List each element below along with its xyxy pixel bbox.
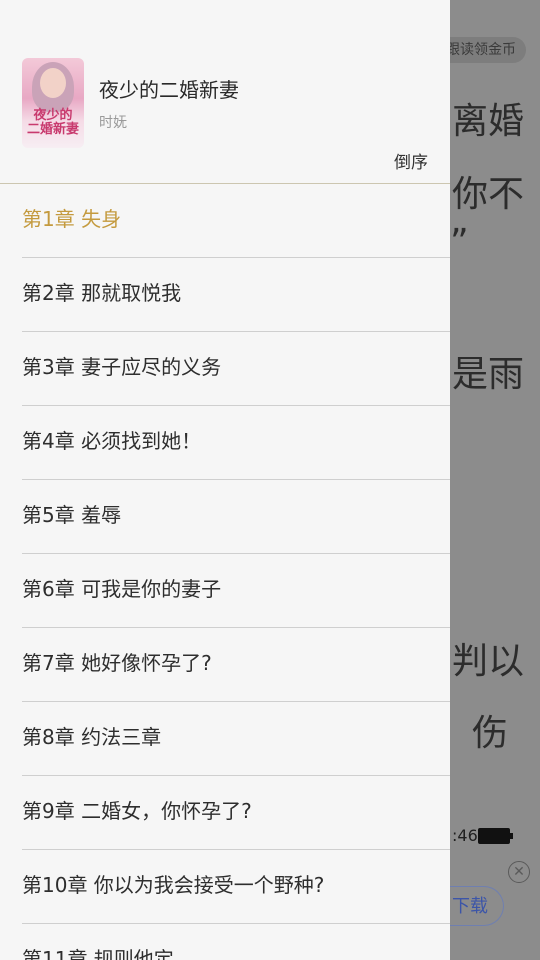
chapter-item[interactable]: 第4章 必须找到她！ [22, 406, 450, 480]
chapter-item[interactable]: 第6章 可我是你的妻子 [22, 554, 450, 628]
book-author: 时妩 [99, 115, 127, 131]
reader-text-line: ” [450, 222, 469, 263]
battery-icon [478, 828, 513, 844]
chapter-item[interactable]: 第3章 妻子应尽的义务 [22, 332, 450, 406]
reader-clock: :46 [452, 826, 478, 845]
chapter-item[interactable]: 第8章 约法三章 [22, 702, 450, 776]
close-ad-icon[interactable]: ✕ [508, 861, 530, 883]
reader-text-line: 你不 [452, 174, 525, 215]
reader-text-line: 判以 [452, 641, 525, 682]
chapter-item[interactable]: 第11章 规则他定 [22, 924, 450, 960]
download-button[interactable]: 下载 [446, 886, 504, 926]
book-cover[interactable]: 夜少的 二婚新妻 [22, 58, 84, 148]
chapter-item[interactable]: 第1章 失身 [22, 184, 450, 258]
chapter-item[interactable]: 第7章 她好像怀孕了? [22, 628, 450, 702]
chapter-item[interactable]: 第2章 那就取悦我 [22, 258, 450, 332]
reader-text-line: 离婚 [452, 101, 525, 142]
reader-text-line: 是雨 [452, 354, 525, 395]
chapter-item[interactable]: 第10章 你以为我会接受一个野种? [22, 850, 450, 924]
cover-title-line2: 二婚新妻 [26, 122, 79, 137]
cover-face [40, 68, 66, 98]
chapter-drawer: 夜少的 二婚新妻 夜少的二婚新妻 时妩 倒序 第1章 失身 第2章 那就取悦我 … [0, 0, 450, 960]
reader-text-line: 伤 [472, 713, 509, 754]
chapter-list: 第1章 失身 第2章 那就取悦我 第3章 妻子应尽的义务 第4章 必须找到她！ … [0, 184, 450, 960]
chapter-item[interactable]: 第5章 羞辱 [22, 480, 450, 554]
chapter-item[interactable]: 第9章 二婚女，你怀孕了? [22, 776, 450, 850]
book-title: 夜少的二婚新妻 [99, 78, 239, 102]
reverse-order-button[interactable]: 倒序 [394, 148, 428, 173]
cover-title-line1: 夜少的 [33, 108, 73, 123]
book-header: 夜少的 二婚新妻 夜少的二婚新妻 时妩 倒序 [0, 0, 450, 184]
